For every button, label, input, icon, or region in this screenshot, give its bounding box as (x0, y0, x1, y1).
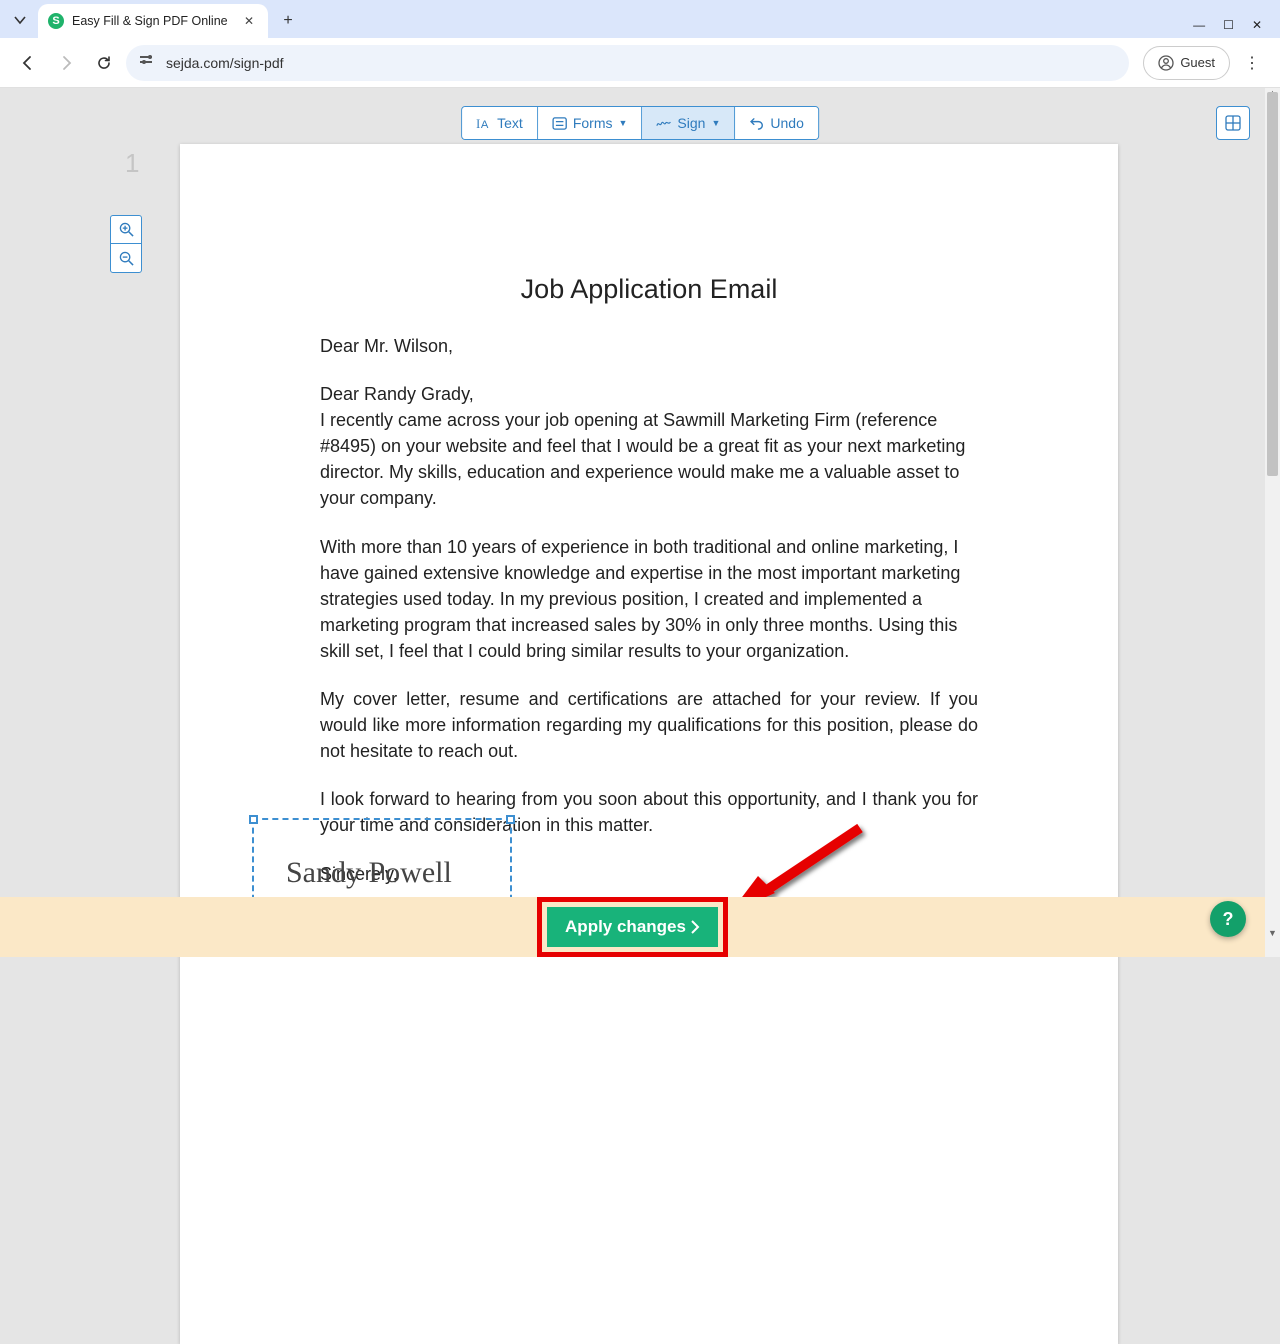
forms-tool-label: Forms (573, 115, 613, 131)
browser-menu-button[interactable]: ⋮ (1236, 47, 1268, 79)
svg-text:A: A (481, 119, 489, 131)
reload-button[interactable] (88, 47, 120, 79)
pdf-page[interactable]: Job Application Email Dear Mr. Wilson, D… (180, 144, 1118, 1344)
doc-para3: My cover letter, resume and certificatio… (320, 686, 978, 764)
zoom-in-button[interactable] (111, 216, 141, 244)
doc-para2: With more than 10 years of experience in… (320, 534, 978, 664)
apply-changes-button[interactable]: Apply changes (547, 907, 718, 947)
vertical-scrollbar[interactable]: ▲ ▼ (1265, 88, 1280, 942)
editor-toolbar: IA Text Forms ▼ Sign ▼ Undo (461, 106, 819, 140)
recent-tabs-button[interactable] (6, 6, 34, 34)
help-icon: ? (1223, 909, 1234, 930)
close-window-button[interactable]: ✕ (1252, 18, 1262, 32)
doc-greeting1: Dear Mr. Wilson, (320, 333, 978, 359)
close-tab-icon[interactable]: ✕ (240, 12, 258, 30)
browser-tab[interactable]: S Easy Fill & Sign PDF Online ✕ (38, 4, 268, 38)
text-tool-label: Text (497, 115, 523, 131)
undo-label: Undo (770, 115, 803, 131)
back-button[interactable] (12, 47, 44, 79)
sign-tool-label: Sign (677, 115, 705, 131)
chevron-down-icon: ▼ (619, 118, 628, 128)
forms-tool-button[interactable]: Forms ▼ (538, 107, 643, 139)
zoom-controls (110, 215, 142, 273)
url-text: sejda.com/sign-pdf (166, 55, 284, 71)
doc-para1: I recently came across your job opening … (320, 407, 978, 511)
forward-button[interactable] (50, 47, 82, 79)
resize-handle-tl[interactable] (249, 815, 258, 824)
text-tool-button[interactable]: IA Text (462, 107, 538, 139)
annotation-highlight: Apply changes (537, 897, 728, 957)
site-settings-icon[interactable] (140, 54, 156, 71)
page-number: 1 (125, 148, 139, 179)
doc-title: Job Application Email (320, 274, 978, 305)
scroll-thumb[interactable] (1267, 92, 1278, 476)
scrollbar-corner (1265, 942, 1280, 957)
chevron-down-icon: ▼ (711, 118, 720, 128)
address-bar[interactable]: sejda.com/sign-pdf (126, 45, 1129, 81)
maximize-button[interactable]: ☐ (1223, 18, 1234, 32)
sign-tool-button[interactable]: Sign ▼ (642, 107, 735, 139)
minimize-button[interactable]: — (1193, 18, 1205, 32)
undo-button[interactable]: Undo (735, 107, 817, 139)
sejda-favicon: S (48, 13, 64, 29)
scroll-down-icon[interactable]: ▼ (1265, 928, 1280, 942)
profile-button[interactable]: Guest (1143, 46, 1230, 80)
help-button[interactable]: ? (1210, 901, 1246, 937)
resize-handle-tr[interactable] (506, 815, 515, 824)
doc-greeting2: Dear Randy Grady, (320, 381, 978, 407)
signature-text: Sandy Powell (286, 856, 452, 890)
new-tab-button[interactable]: + (274, 7, 302, 35)
layout-grid-button[interactable] (1216, 106, 1250, 140)
guest-label: Guest (1180, 55, 1215, 70)
apply-label: Apply changes (565, 917, 686, 937)
apply-bar: Apply changes (0, 897, 1265, 957)
zoom-out-button[interactable] (111, 244, 141, 272)
chevron-right-icon (690, 920, 700, 934)
tab-title: Easy Fill & Sign PDF Online (72, 14, 228, 28)
svg-text:I: I (476, 117, 480, 131)
